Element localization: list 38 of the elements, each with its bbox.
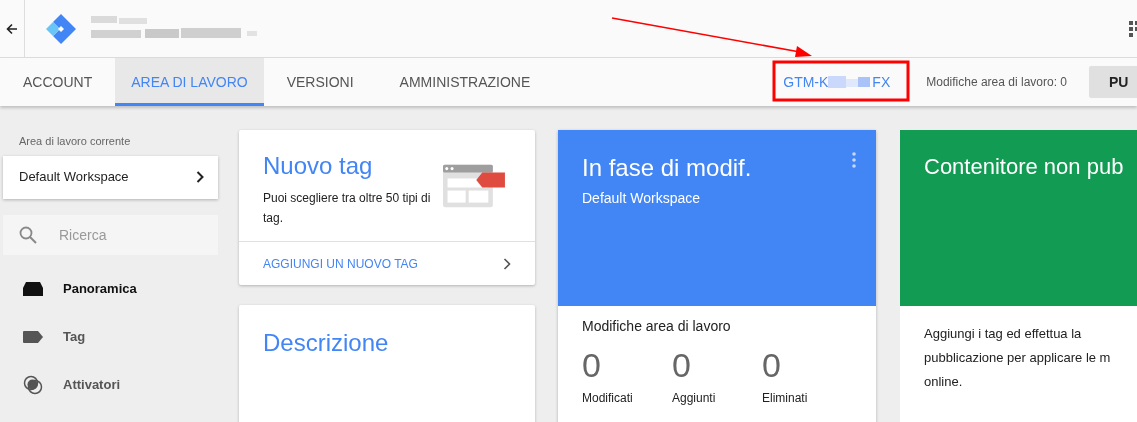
apps-grid-icon[interactable] [1127, 20, 1137, 37]
nav-tab[interactable]: AMMINISTRAZIONE [376, 58, 554, 106]
changes-title: Modifiche area di lavoro [582, 317, 732, 336]
card-subtitle: Default Workspace [582, 189, 701, 208]
overlapping-circles-icon [23, 374, 43, 395]
stat-label: Aggiunti [672, 390, 716, 407]
container-id[interactable]: GTM-K [783, 71, 829, 93]
sidebar-item[interactable]: Attivatori [63, 374, 121, 395]
stat-value: 0 [762, 345, 781, 385]
sidebar-item[interactable]: Tag [63, 326, 86, 347]
workspace-selector[interactable]: Default Workspace [3, 155, 218, 199]
search-field[interactable]: Ricerca [3, 214, 218, 255]
card-title: Nuovo tag [263, 151, 374, 181]
logo-icon [45, 12, 77, 45]
tray-icon [23, 281, 43, 296]
card-title: In fase di modif. [582, 153, 753, 183]
stat-label: Eliminati [762, 390, 808, 407]
workspace-name: Default Workspace [19, 168, 129, 187]
card-title: Contenitore non pub [924, 153, 1124, 181]
stat-value: 0 [672, 345, 691, 385]
publish-button[interactable]: PU [1089, 66, 1137, 98]
search-icon [19, 225, 37, 244]
chevron-right-icon [503, 257, 511, 270]
nav-tab[interactable]: VERSIONI [263, 58, 377, 106]
card-text: Aggiungi i tag ed effettua la pubblicazione per applicare le m online. [923, 325, 1111, 391]
chevron-right-icon [196, 171, 204, 183]
section-label: Area di lavoro corrente [19, 134, 132, 149]
nav-tab[interactable]: ACCOUNT [0, 58, 116, 106]
tag-icon [23, 330, 43, 343]
add-tag-link[interactable]: AGGIUNGI UN NUOVO TAG [239, 242, 535, 285]
back-arrow-icon[interactable] [6, 22, 18, 35]
card-title: Descrizione [263, 328, 390, 358]
sidebar-item[interactable]: Panoramica [63, 278, 137, 299]
stat-label: Modificati [582, 390, 633, 407]
workspace-changes-count: Modifiche area di lavoro: 0 [926, 74, 1067, 91]
card-text: Puoi scegliere tra oltre 50 tipi di tag. [263, 190, 432, 227]
blurred-id [828, 75, 873, 89]
stat-value: 0 [582, 345, 601, 385]
